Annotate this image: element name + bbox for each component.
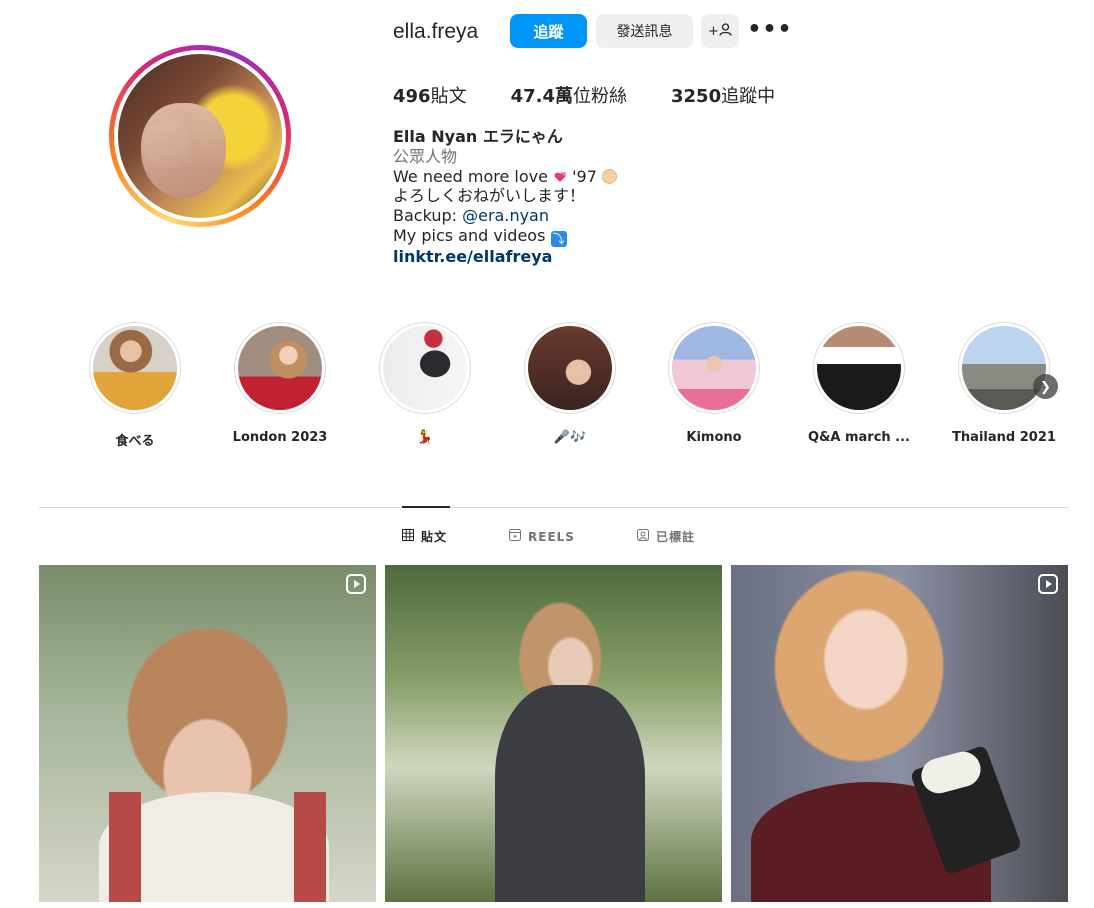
posts-count: 496貼文 xyxy=(393,86,467,107)
grid-icon xyxy=(402,529,414,544)
highlight-item[interactable]: Q&A march ... xyxy=(804,322,914,445)
bio-line-4: My pics and videos ⤵ xyxy=(393,225,567,247)
send-message-button[interactable]: 發送訊息 xyxy=(596,14,693,48)
profile-tabs: 貼文 REELS 已標註 xyxy=(402,528,757,545)
section-divider xyxy=(39,507,1069,508)
backup-mention-link[interactable]: @era.nyan xyxy=(462,206,549,225)
profile-display-name: Ella Nyan エラにゃん xyxy=(393,127,563,146)
bio-line-2: よろしくおねがいします！ xyxy=(393,186,586,206)
reel-icon xyxy=(346,574,366,594)
story-highlights: 食べる London 2023 💃 🎤🎶 Kimono Q&A march ..… xyxy=(78,322,1078,452)
arrow-down-right-icon: ⤵ xyxy=(550,230,567,247)
reels-icon xyxy=(509,529,522,544)
bio-line-1: We need more love '97 xyxy=(393,167,618,187)
profile-bio: Ella Nyan エラにゃん 公眾人物 We need more love '… xyxy=(393,127,618,267)
follow-button[interactable]: 追蹤 xyxy=(510,14,587,48)
post-thumbnail[interactable] xyxy=(385,565,722,902)
profile-avatar-ring[interactable] xyxy=(109,45,291,227)
highlight-item[interactable]: London 2023 xyxy=(225,322,335,445)
posts-grid xyxy=(39,565,1068,902)
music-highlight-icon xyxy=(528,326,612,410)
avatar-ring-gap xyxy=(114,50,286,222)
reel-icon xyxy=(1038,574,1058,594)
tab-reels[interactable]: REELS xyxy=(509,528,575,545)
dance-highlight-icon xyxy=(383,326,467,410)
post-thumbnail[interactable] xyxy=(39,565,376,902)
bio-external-link[interactable]: linktr.ee/ellafreya xyxy=(393,247,617,267)
qa-highlight-icon xyxy=(817,326,901,410)
add-user-button[interactable]: + xyxy=(701,14,739,48)
tab-posts[interactable]: 貼文 xyxy=(402,528,447,545)
food-highlight-icon xyxy=(93,326,177,410)
followers-count[interactable]: 47.4萬位粉絲 xyxy=(511,82,627,108)
post-thumbnail[interactable] xyxy=(731,565,1068,902)
profile-avatar xyxy=(118,54,282,218)
following-count[interactable]: 3250追蹤中 xyxy=(671,82,775,108)
kimono-highlight-icon xyxy=(672,326,756,410)
highlight-item[interactable]: Kimono xyxy=(659,322,769,445)
bio-line-3: Backup: @era.nyan xyxy=(393,206,549,226)
profile-category: 公眾人物 xyxy=(393,146,458,166)
chevron-right-icon[interactable]: ❯ xyxy=(1033,374,1058,399)
highlight-item[interactable]: 🎤🎶 xyxy=(515,322,625,445)
highlight-item[interactable]: 食べる xyxy=(80,322,190,449)
profile-username: ella.freya xyxy=(393,20,479,43)
active-tab-indicator xyxy=(402,506,450,508)
baby-emoji-icon xyxy=(602,168,618,184)
travel-highlight-icon xyxy=(962,326,1046,410)
highlight-item[interactable]: 💃 xyxy=(370,322,480,445)
tagged-icon xyxy=(636,529,649,544)
selfie-highlight-icon xyxy=(238,326,322,410)
two-hearts-icon xyxy=(554,171,567,182)
add-user-icon: + xyxy=(708,23,732,39)
more-options-button[interactable]: ••• xyxy=(747,12,791,46)
tab-tagged[interactable]: 已標註 xyxy=(636,528,695,545)
profile-stats: 496貼文 47.4萬位粉絲 3250追蹤中 xyxy=(393,82,819,108)
